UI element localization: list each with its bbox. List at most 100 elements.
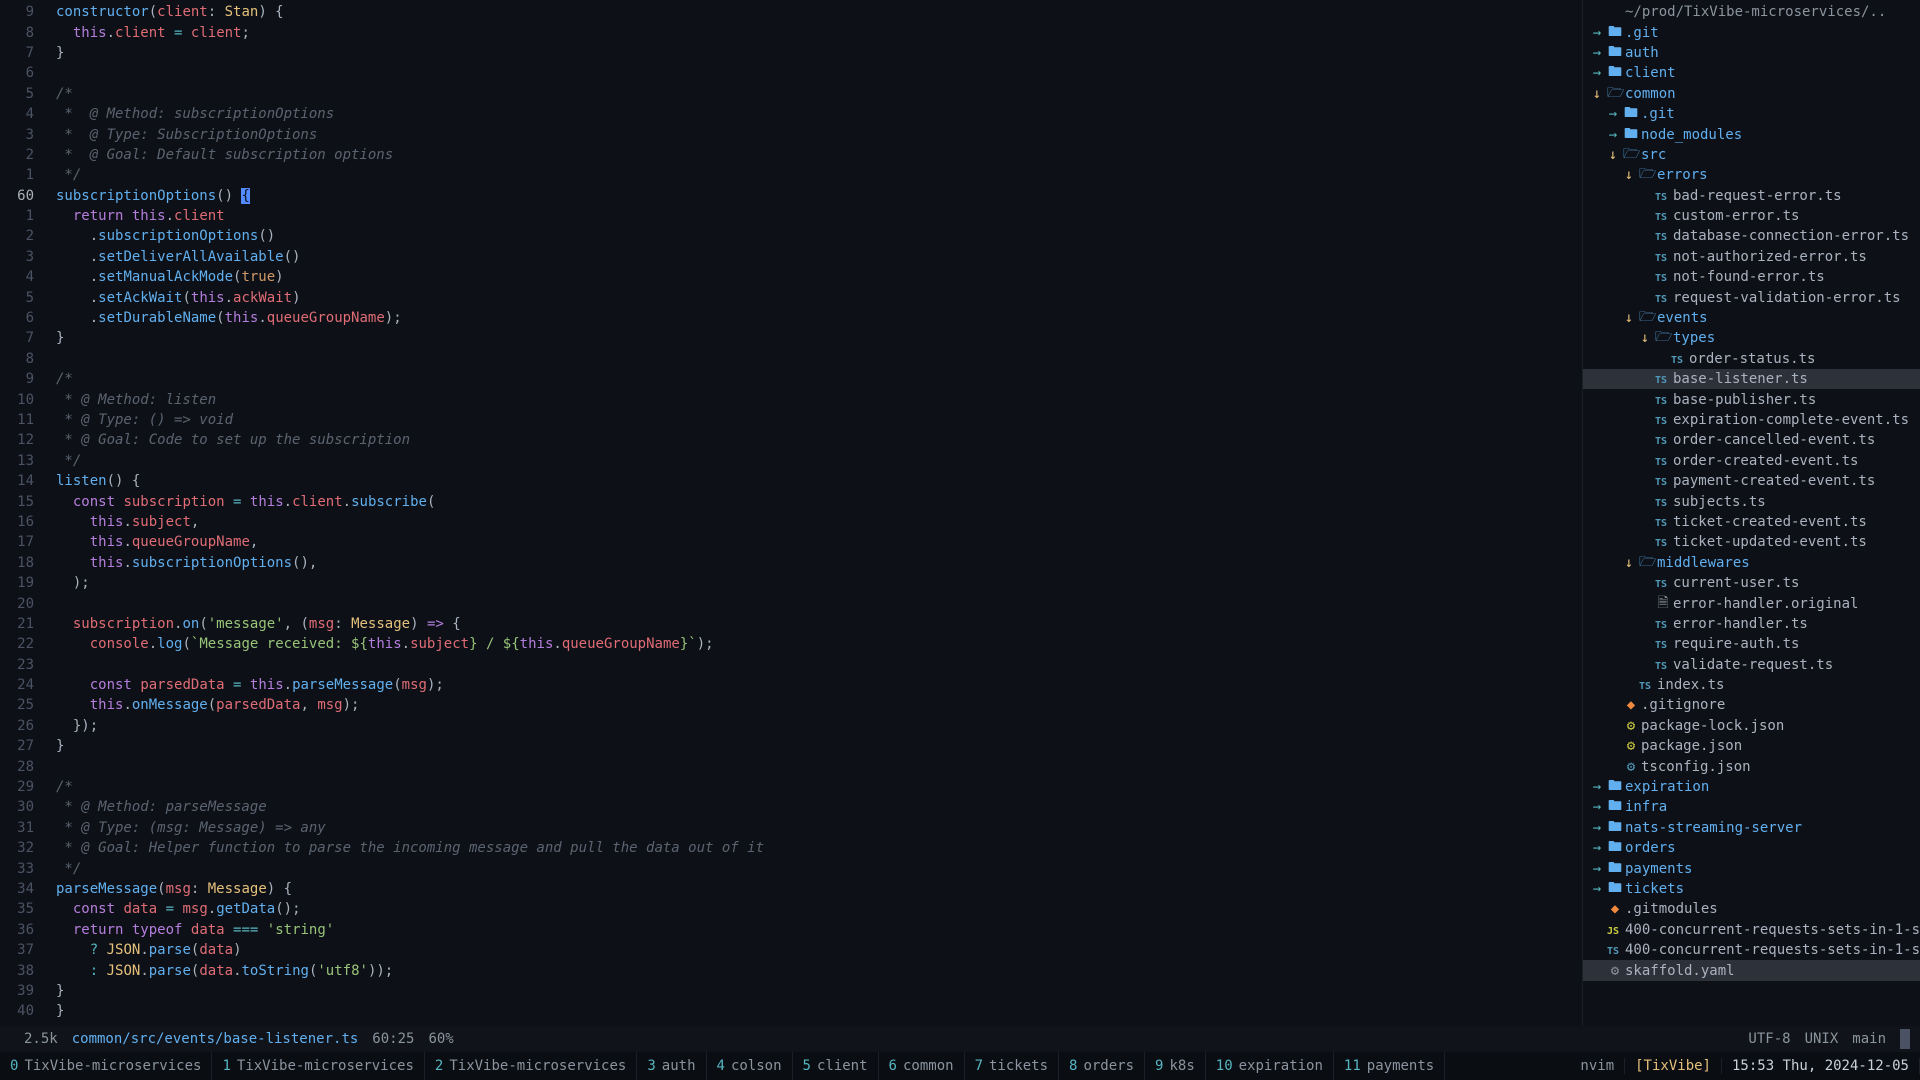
code-line[interactable]: 15 const subscription = this.client.subs… bbox=[0, 491, 1582, 511]
code-text[interactable]: }); bbox=[54, 718, 98, 734]
code-line[interactable]: 4 .setManualAckMode(true) bbox=[0, 267, 1582, 287]
buffer-tab[interactable]: 11 payments bbox=[1334, 1052, 1445, 1080]
tree-folder[interactable]: ↓🗁errors bbox=[1583, 165, 1920, 185]
chevron-right-icon[interactable]: → bbox=[1589, 840, 1605, 856]
code-text[interactable]: subscriptionOptions() { bbox=[54, 188, 250, 204]
code-text[interactable]: * @ Type: SubscriptionOptions bbox=[54, 127, 317, 143]
chevron-right-icon[interactable]: → bbox=[1589, 25, 1605, 41]
code-line[interactable]: 24 const parsedData = this.parseMessage(… bbox=[0, 675, 1582, 695]
tree-folder[interactable]: ↓🗁middlewares bbox=[1583, 553, 1920, 573]
code-text[interactable]: } bbox=[54, 1003, 64, 1019]
tree-file[interactable]: TS400-concurrent-requests-sets-in-1-seco… bbox=[1583, 940, 1920, 960]
code-text[interactable]: * @ Type: (msg: Message) => any bbox=[54, 820, 326, 836]
tree-folder[interactable]: →🖿tickets bbox=[1583, 879, 1920, 899]
code-line[interactable]: 29/* bbox=[0, 777, 1582, 797]
code-text[interactable]: console.log(`Message received: ${this.su… bbox=[54, 636, 714, 652]
code-text[interactable]: * @ Method: subscriptionOptions bbox=[54, 106, 334, 122]
buffer-tab[interactable]: 2 TixVibe-microservices bbox=[425, 1052, 637, 1080]
chevron-down-icon[interactable]: ↓ bbox=[1605, 147, 1621, 163]
tree-folder[interactable]: ↓🗁events bbox=[1583, 308, 1920, 328]
chevron-down-icon[interactable]: ↓ bbox=[1621, 555, 1637, 571]
tree-folder[interactable]: →🖿expiration bbox=[1583, 777, 1920, 797]
buffer-tab[interactable]: 5 client bbox=[793, 1052, 879, 1080]
tree-file[interactable]: TSticket-created-event.ts bbox=[1583, 512, 1920, 532]
code-line[interactable]: 3 .setDeliverAllAvailable() bbox=[0, 247, 1582, 267]
code-line[interactable]: 14listen() { bbox=[0, 471, 1582, 491]
tree-folder[interactable]: →🖿payments bbox=[1583, 858, 1920, 878]
code-line[interactable]: 5 .setAckWait(this.ackWait) bbox=[0, 287, 1582, 307]
chevron-down-icon[interactable]: ↓ bbox=[1621, 167, 1637, 183]
code-text[interactable]: const subscription = this.client.subscri… bbox=[54, 494, 435, 510]
tree-file[interactable]: ⚙tsconfig.json bbox=[1583, 756, 1920, 776]
code-text[interactable]: } bbox=[54, 45, 64, 61]
code-line[interactable]: 2 * @ Goal: Default subscription options bbox=[0, 145, 1582, 165]
code-line[interactable]: 6 bbox=[0, 63, 1582, 83]
tree-file[interactable]: TSnot-authorized-error.ts bbox=[1583, 247, 1920, 267]
tree-folder[interactable]: →🖿nats-streaming-server bbox=[1583, 818, 1920, 838]
tree-file[interactable]: TSdatabase-connection-error.ts bbox=[1583, 226, 1920, 246]
tree-folder[interactable]: ↓🗁src bbox=[1583, 145, 1920, 165]
tree-file[interactable]: TSbase-publisher.ts bbox=[1583, 389, 1920, 409]
tree-folder[interactable]: →🖿.git bbox=[1583, 22, 1920, 42]
tree-file[interactable]: TSsubjects.ts bbox=[1583, 491, 1920, 511]
tree-folder[interactable]: →🖿infra bbox=[1583, 797, 1920, 817]
code-line[interactable]: 22 console.log(`Message received: ${this… bbox=[0, 634, 1582, 654]
tree-file[interactable]: TSnot-found-error.ts bbox=[1583, 267, 1920, 287]
code-text[interactable]: * @ Type: () => void bbox=[54, 412, 233, 428]
buffer-line[interactable]: 0 TixVibe-microservices1 TixVibe-microse… bbox=[0, 1052, 1920, 1080]
code-text[interactable]: this.subject, bbox=[54, 514, 199, 530]
tree-file[interactable]: TSrequest-validation-error.ts bbox=[1583, 287, 1920, 307]
code-line[interactable]: 36 return typeof data === 'string' bbox=[0, 920, 1582, 940]
code-line[interactable]: 8 bbox=[0, 349, 1582, 369]
code-text[interactable]: */ bbox=[54, 861, 81, 877]
tree-file[interactable]: TSrequire-auth.ts bbox=[1583, 634, 1920, 654]
code-text[interactable]: return this.client bbox=[54, 208, 225, 224]
tree-file[interactable]: TSorder-created-event.ts bbox=[1583, 451, 1920, 471]
code-text[interactable]: .setDurableName(this.queueGroupName); bbox=[54, 310, 402, 326]
code-line[interactable]: 17 this.queueGroupName, bbox=[0, 532, 1582, 552]
tree-file[interactable]: TSerror-handler.ts bbox=[1583, 614, 1920, 634]
chevron-right-icon[interactable]: → bbox=[1605, 127, 1621, 143]
code-line[interactable]: 30 * @ Method: parseMessage bbox=[0, 797, 1582, 817]
tree-file[interactable]: ⚙skaffold.yaml bbox=[1583, 960, 1920, 980]
chevron-right-icon[interactable]: → bbox=[1589, 779, 1605, 795]
tree-file[interactable]: TSvalidate-request.ts bbox=[1583, 655, 1920, 675]
code-line[interactable]: 9constructor(client: Stan) { bbox=[0, 2, 1582, 22]
code-text[interactable]: .subscriptionOptions() bbox=[54, 228, 275, 244]
code-line[interactable]: 20 bbox=[0, 593, 1582, 613]
code-line[interactable]: 12 * @ Goal: Code to set up the subscrip… bbox=[0, 430, 1582, 450]
tree-file[interactable]: ◆.gitmodules bbox=[1583, 899, 1920, 919]
code-line[interactable]: 8 this.client = client; bbox=[0, 22, 1582, 42]
tree-file[interactable]: TSindex.ts bbox=[1583, 675, 1920, 695]
code-text[interactable]: .setManualAckMode(true) bbox=[54, 269, 284, 285]
code-text[interactable]: * @ Method: parseMessage bbox=[54, 799, 267, 815]
code-line[interactable]: 16 this.subject, bbox=[0, 512, 1582, 532]
buffer-tab[interactable]: 9 k8s bbox=[1145, 1052, 1206, 1080]
code-line[interactable]: 40} bbox=[0, 1001, 1582, 1021]
code-text[interactable]: this.onMessage(parsedData, msg); bbox=[54, 697, 359, 713]
tree-file[interactable]: TSticket-updated-event.ts bbox=[1583, 532, 1920, 552]
tree-file[interactable]: TSorder-cancelled-event.ts bbox=[1583, 430, 1920, 450]
tree-file[interactable]: 🗎error-handler.original bbox=[1583, 593, 1920, 613]
code-line[interactable]: 25 this.onMessage(parsedData, msg); bbox=[0, 695, 1582, 715]
code-line[interactable]: 28 bbox=[0, 756, 1582, 776]
code-line[interactable]: 4 * @ Method: subscriptionOptions bbox=[0, 104, 1582, 124]
code-text[interactable]: * @ Goal: Helper function to parse the i… bbox=[54, 840, 764, 856]
tree-folder[interactable]: ↓🗁types bbox=[1583, 328, 1920, 348]
code-line[interactable]: 18 this.subscriptionOptions(), bbox=[0, 553, 1582, 573]
code-text[interactable]: constructor(client: Stan) { bbox=[54, 4, 284, 20]
code-line[interactable]: 6 .setDurableName(this.queueGroupName); bbox=[0, 308, 1582, 328]
code-line[interactable]: 26 }); bbox=[0, 716, 1582, 736]
code-text[interactable]: } bbox=[54, 983, 64, 999]
file-tree[interactable]: ~/prod/TixVibe-microservices/..→🖿.git→🖿a… bbox=[1582, 0, 1920, 1026]
code-line[interactable]: 23 bbox=[0, 655, 1582, 675]
tree-folder[interactable]: →🖿orders bbox=[1583, 838, 1920, 858]
code-line[interactable]: 3 * @ Type: SubscriptionOptions bbox=[0, 124, 1582, 144]
buffer-tab[interactable]: 10 expiration bbox=[1206, 1052, 1334, 1080]
tree-folder[interactable]: →🖿auth bbox=[1583, 43, 1920, 63]
code-line[interactable]: 11 * @ Type: () => void bbox=[0, 410, 1582, 430]
tree-file[interactable]: ◆.gitignore bbox=[1583, 695, 1920, 715]
buffer-tab[interactable]: 7 tickets bbox=[965, 1052, 1059, 1080]
code-line[interactable]: 5/* bbox=[0, 84, 1582, 104]
chevron-right-icon[interactable]: → bbox=[1589, 881, 1605, 897]
